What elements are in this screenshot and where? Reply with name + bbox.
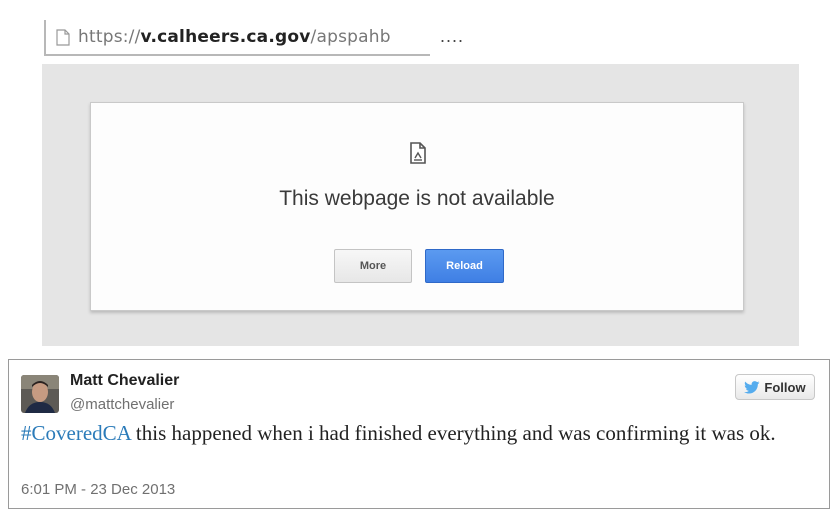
url-path: /apspahb <box>310 27 391 47</box>
tweet-text: #CoveredCA this happened when i had fini… <box>21 419 801 448</box>
url-text[interactable]: https://v.calheers.ca.gov/apspahb <box>78 27 391 47</box>
follow-button[interactable]: Follow <box>735 374 815 400</box>
ellipsis-text: .... <box>440 26 465 46</box>
tweet-card: Matt Chevalier @mattchevalier Follow #Co… <box>8 359 830 509</box>
error-page-background: This webpage is not available More Reloa… <box>42 64 799 346</box>
url-host: v.calheers.ca.gov <box>140 27 311 47</box>
url-scheme: https:// <box>78 27 141 47</box>
hashtag-link[interactable]: #CoveredCA <box>21 421 131 445</box>
error-card: This webpage is not available More Reloa… <box>90 102 744 311</box>
tweet-timestamp[interactable]: 6:01 PM - 23 Dec 2013 <box>21 481 175 498</box>
avatar[interactable] <box>21 375 59 413</box>
author-name[interactable]: Matt Chevalier <box>70 372 179 390</box>
error-title: This webpage is not available <box>279 187 555 210</box>
page-icon <box>56 28 70 46</box>
address-bar[interactable]: https://v.calheers.ca.gov/apspahb <box>44 20 430 56</box>
author-handle[interactable]: @mattchevalier <box>70 396 174 413</box>
reload-button[interactable]: Reload <box>425 249 504 283</box>
twitter-bird-icon <box>744 380 760 394</box>
follow-label: Follow <box>764 379 806 395</box>
more-button[interactable]: More <box>334 249 412 283</box>
broken-page-icon <box>409 141 427 165</box>
tweet-body: this happened when i had finished everyt… <box>130 421 776 445</box>
